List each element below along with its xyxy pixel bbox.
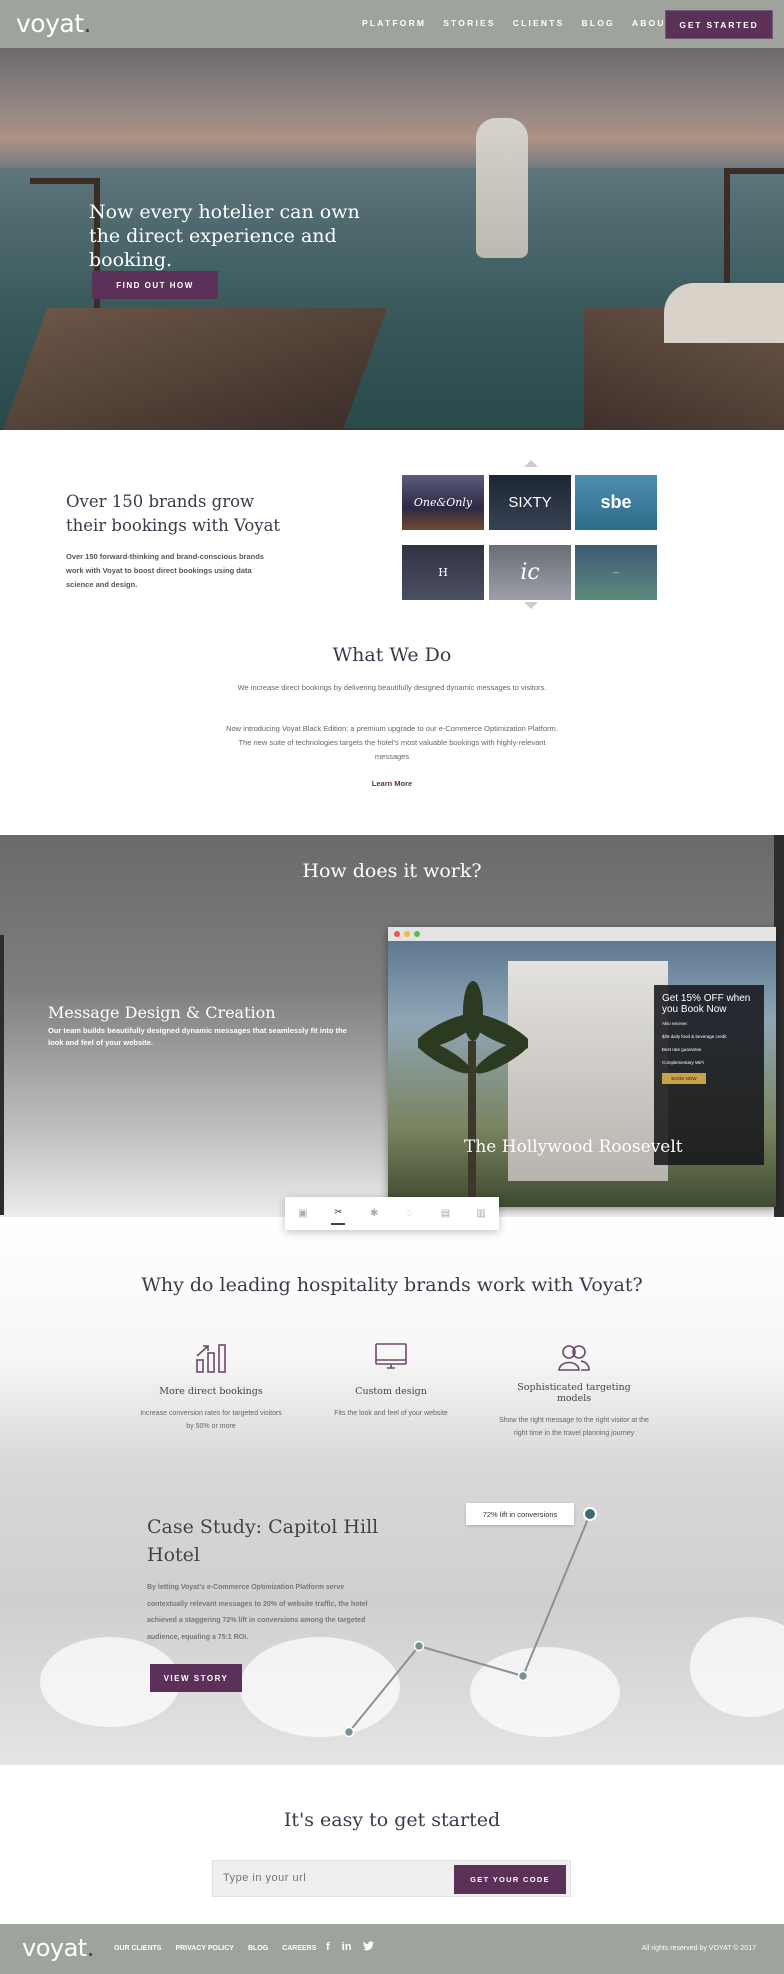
footer-link-blog[interactable]: BLOG bbox=[248, 1945, 268, 1952]
tab-design-icon[interactable]: ✂ bbox=[331, 1203, 346, 1225]
url-input[interactable] bbox=[223, 1868, 443, 1888]
lift-label: 72% lift in conversions bbox=[466, 1503, 574, 1525]
case-study-text: By letting Voyat's e-Commerce Optimizati… bbox=[147, 1584, 368, 1641]
social-links: f in bbox=[326, 1941, 375, 1954]
nav-blog[interactable]: BLOG bbox=[582, 18, 615, 28]
logo[interactable]: voyat. bbox=[16, 9, 92, 38]
facebook-icon[interactable]: f bbox=[326, 1941, 330, 1954]
nav-clients[interactable]: CLIENTS bbox=[513, 18, 565, 28]
conversion-lift-graph bbox=[343, 1507, 597, 1738]
footer-links: OUR CLIENTS PRIVACY POLICY BLOG CAREERS bbox=[114, 1945, 316, 1952]
site-header: voyat. PLATFORM STORIES CLIENTS BLOG ABO… bbox=[0, 0, 784, 48]
graph-point bbox=[413, 1640, 425, 1652]
tab-monitor-icon[interactable]: ▣ bbox=[296, 1208, 310, 1220]
tab-analytics-icon[interactable]: ▥ bbox=[474, 1208, 488, 1220]
linkedin-icon[interactable]: in bbox=[342, 1941, 352, 1954]
footer-link-privacy-policy[interactable]: PRIVACY POLICY bbox=[175, 1945, 233, 1952]
footer-link-our-clients[interactable]: OUR CLIENTS bbox=[114, 1945, 161, 1952]
get-started-button[interactable]: GET STARTED bbox=[665, 10, 773, 39]
nav-platform[interactable]: PLATFORM bbox=[362, 18, 426, 28]
case-study-title: Case Study: Capitol Hill Hotel bbox=[147, 1516, 379, 1566]
view-story-button[interactable]: VIEW STORY bbox=[150, 1664, 242, 1692]
footer-link-careers[interactable]: CAREERS bbox=[282, 1945, 316, 1952]
get-started-title: It's easy to get started bbox=[283, 1809, 501, 1831]
tab-message-icon[interactable]: ◌ bbox=[403, 1208, 417, 1220]
tab-display-icon[interactable]: ▤ bbox=[438, 1208, 452, 1220]
feature-tabs: ▣ ✂ ✱ ◌ ▤ ▥ bbox=[285, 1197, 499, 1230]
footer-logo[interactable]: voyat. bbox=[22, 1934, 94, 1962]
main-nav: PLATFORM STORIES CLIENTS BLOG ABOUT bbox=[362, 18, 673, 28]
graph-point bbox=[517, 1670, 529, 1682]
site-footer: voyat. OUR CLIENTS PRIVACY POLICY BLOG C… bbox=[0, 1924, 784, 1974]
url-form: GET YOUR CODE bbox=[212, 1860, 571, 1897]
nav-stories[interactable]: STORIES bbox=[443, 18, 496, 28]
get-your-code-button[interactable]: GET YOUR CODE bbox=[454, 1865, 566, 1894]
graph-point bbox=[583, 1507, 597, 1521]
twitter-icon[interactable] bbox=[363, 1941, 375, 1954]
tab-targeting-icon[interactable]: ✱ bbox=[367, 1208, 381, 1220]
copyright: All rights reserved by VOYAT © 2017 bbox=[641, 1945, 757, 1952]
graph-point bbox=[343, 1726, 355, 1738]
